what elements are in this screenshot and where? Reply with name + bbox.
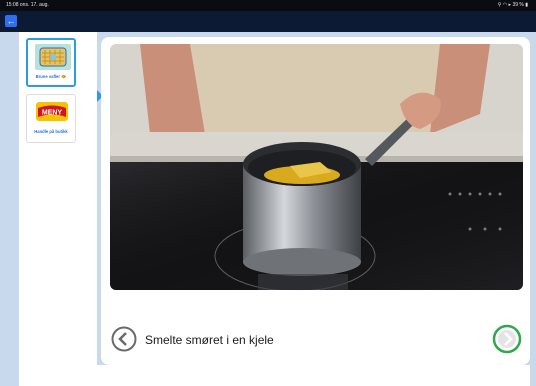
- meny-logo: MENY: [34, 99, 70, 125]
- left-margin: [0, 32, 19, 386]
- sidebar-item-brune-vafler[interactable]: Brune vafler 🧇: [26, 38, 76, 87]
- arrow-left-icon: ←: [6, 16, 16, 26]
- waffle-recipe-icon: [35, 44, 71, 70]
- bottom-area: [97, 365, 530, 386]
- status-time: 15:08 ons. 17. aug.: [6, 2, 49, 8]
- right-margin: [530, 32, 536, 386]
- meny-logo-text: MENY: [42, 110, 63, 117]
- sidebar-item-label: Brune vafler 🧇: [35, 74, 67, 79]
- sidebar-item-handle-pa-butikk[interactable]: MENY Handle på butikk: [26, 94, 76, 143]
- step-card: Smelte smøret i en kjele: [101, 37, 530, 365]
- top-nav-bar: ←: [0, 11, 536, 32]
- previous-step-button[interactable]: [111, 326, 137, 352]
- status-bar: 15:08 ons. 17. aug. ⚲ ◠ ▸ 39 % ▮: [0, 0, 536, 11]
- next-step-button[interactable]: [492, 324, 522, 354]
- step-caption: Smelte smøret i en kjele: [145, 333, 274, 347]
- status-indicators: ⚲ ◠ ▸ 39 % ▮: [497, 2, 528, 8]
- sidebar-item-label: Handle på butikk: [34, 129, 68, 134]
- step-photo: [110, 44, 523, 290]
- steps-sidebar: Brune vafler 🧇 MENY Handle på butikk: [19, 32, 103, 386]
- back-button[interactable]: ←: [5, 15, 17, 27]
